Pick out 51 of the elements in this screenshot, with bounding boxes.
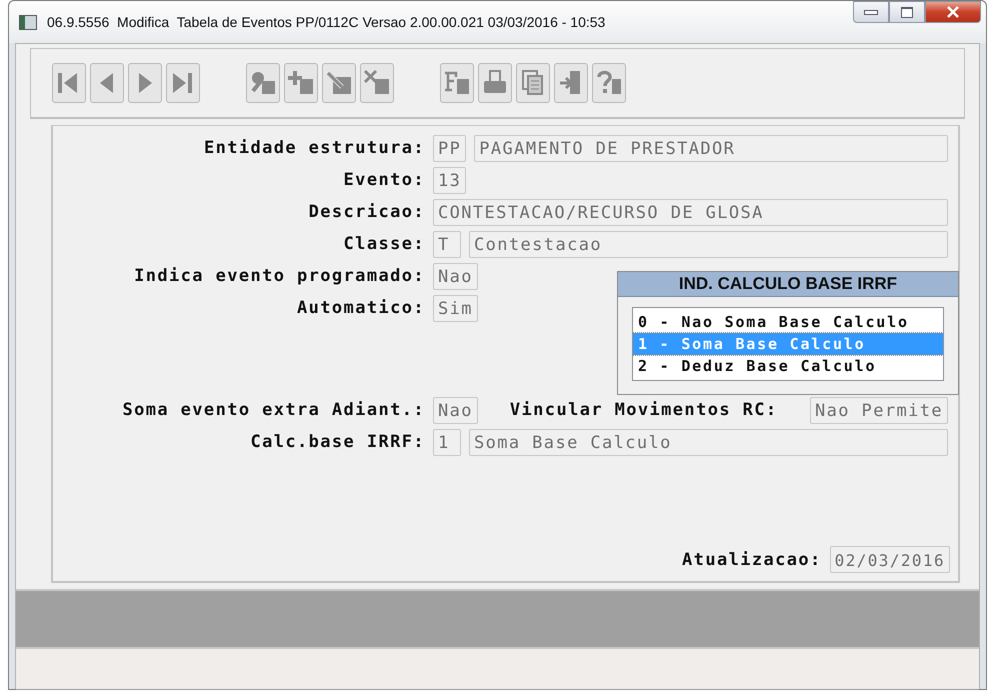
question-mark-icon <box>595 69 623 97</box>
input-field[interactable]: PP <box>433 134 466 162</box>
input-field[interactable]: T <box>433 230 461 258</box>
toolbar-button[interactable] <box>128 63 162 103</box>
field-label: Atualizacao: <box>682 550 823 570</box>
toolbar-button[interactable] <box>246 63 280 103</box>
toolbar-button[interactable] <box>322 63 356 103</box>
toolbar-button[interactable] <box>166 63 200 103</box>
toolbar-button[interactable] <box>90 63 124 103</box>
option-list[interactable]: 0 - Nao Soma Base Calculo 1 - Soma Base Calculo 2 - Deduz Base Calculo <box>632 307 944 381</box>
field-label: Vincular Movimentos RC: <box>508 400 779 420</box>
toolbar-button[interactable] <box>284 63 318 103</box>
toolbar-button[interactable] <box>516 63 550 103</box>
field-label: Evento: <box>342 170 426 190</box>
list-option[interactable]: 1 - Soma Base Calculo <box>633 333 943 355</box>
field-label: Entidade estrutura: <box>202 138 426 158</box>
input-field[interactable]: 1 <box>433 428 461 456</box>
input-field[interactable]: 13 <box>433 166 466 194</box>
field-label: Classe: <box>342 234 426 254</box>
input-field[interactable]: Sim <box>433 294 478 322</box>
delete-icon <box>363 69 391 97</box>
popup-title: IND. CALCULO BASE IRRF <box>618 272 958 297</box>
input-field[interactable]: PAGAMENTO DE PRESTADOR <box>474 134 948 162</box>
toolbar-button[interactable] <box>592 63 626 103</box>
toolbar-button[interactable] <box>52 63 86 103</box>
add-icon <box>287 69 315 97</box>
list-option[interactable]: 0 - Nao Soma Base Calculo <box>633 311 943 333</box>
field-label: Automatico: <box>296 298 426 318</box>
toolbar-button[interactable] <box>478 63 512 103</box>
input-field[interactable]: Contestacao <box>469 230 948 258</box>
app-icon <box>19 14 37 30</box>
input-field[interactable]: Soma Base Calculo <box>469 428 948 456</box>
minimize-button[interactable] <box>853 1 889 23</box>
list-option[interactable]: 2 - Deduz Base Calculo <box>633 355 943 377</box>
input-field[interactable]: 02/03/2016 <box>830 546 950 573</box>
maximize-button[interactable] <box>889 1 925 23</box>
field-label: Indica evento programado: <box>133 266 426 286</box>
field-label: Calc.base IRRF: <box>249 432 426 452</box>
input-field[interactable]: Nao Permite <box>810 396 948 424</box>
input-field[interactable]: Nao <box>433 396 478 424</box>
window-title: 06.9.5556 Modifica Tabela de Eventos PP/0112C Versao 2.00.00.021 03/03/2016 - 10:53 <box>47 14 606 30</box>
field-label: Soma evento extra Adiant.: <box>121 400 426 420</box>
close-icon <box>946 6 960 18</box>
toolbar-button[interactable] <box>554 63 588 103</box>
toolbar-button[interactable] <box>440 63 474 103</box>
toolbar-button[interactable] <box>360 63 394 103</box>
input-field[interactable]: CONTESTACAO/RECURSO DE GLOSA <box>433 198 948 226</box>
pencil-icon <box>325 69 353 97</box>
close-button[interactable] <box>925 1 981 23</box>
field-label: Descricao: <box>308 202 426 222</box>
input-field[interactable]: Nao <box>433 262 478 290</box>
